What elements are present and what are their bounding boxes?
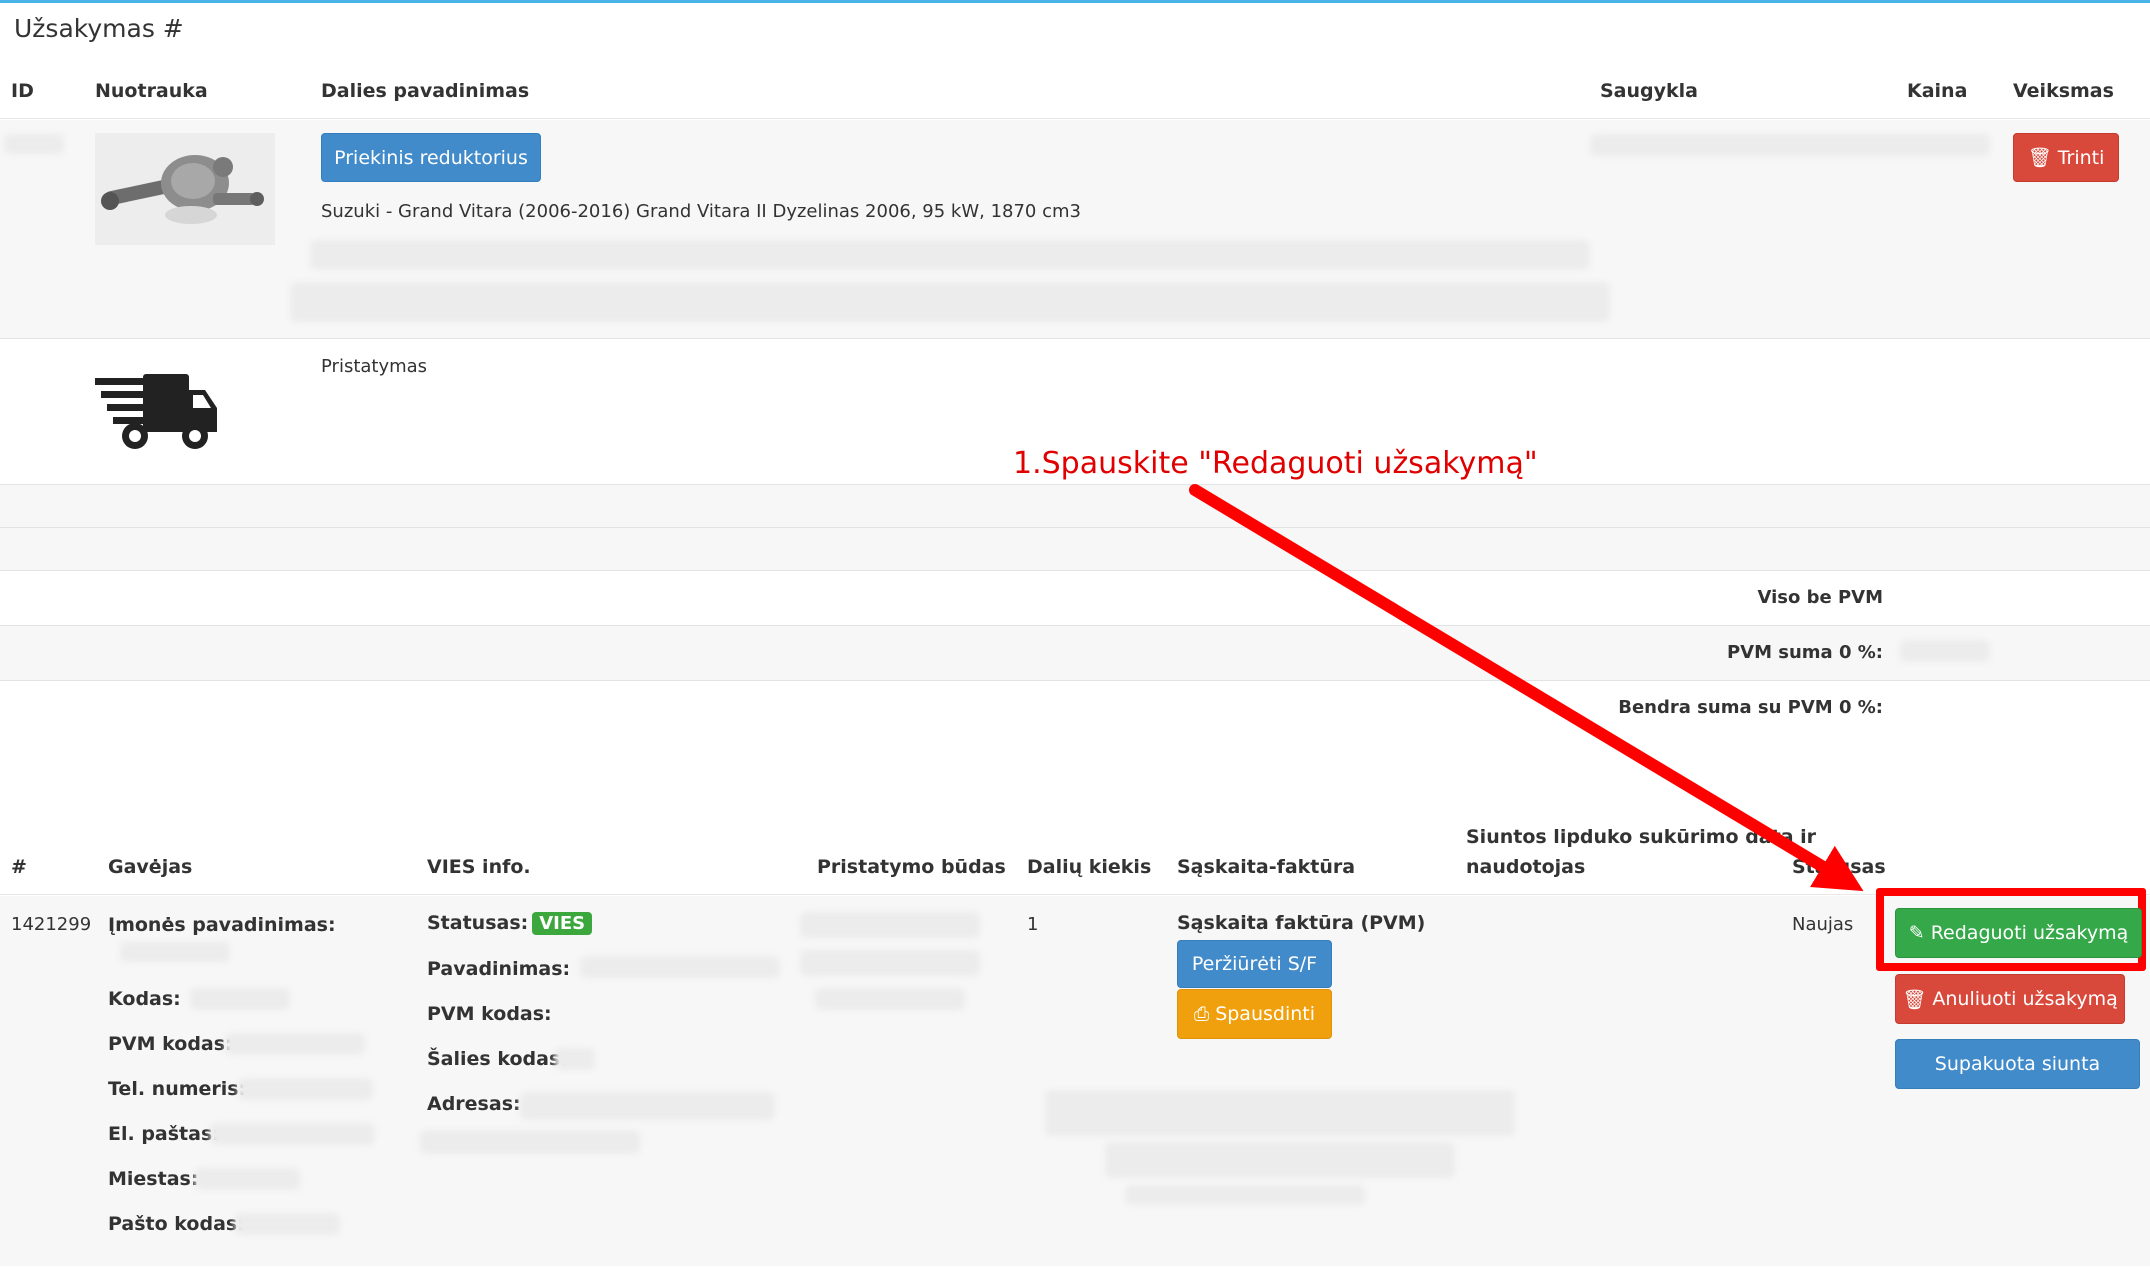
col-header-part-name: Dalies pavadinimas [321, 80, 530, 102]
orders-header-label-line1: Siuntos lipduko sukūrimo data ir [1466, 826, 1817, 848]
vies-address-label: Adresas: [427, 1093, 521, 1115]
recipient-vat-label: PVM kodas: [108, 1033, 233, 1055]
blurred-vat-value [1900, 640, 1990, 662]
parts-quantity: 1 [1027, 914, 1039, 935]
blurred-phone [238, 1078, 373, 1100]
recipient-city-label: Miestas: [108, 1168, 199, 1190]
edit-order-label: Redaguoti užsakymą [1930, 922, 2129, 944]
page-title: Užsakymas # [14, 14, 184, 43]
order-status-value: Naujas [1792, 914, 1854, 935]
vies-status-label: Statusas: [427, 912, 529, 934]
blurred-postcode [235, 1213, 340, 1235]
col-header-id: ID [11, 80, 34, 102]
orders-header-separator [0, 894, 2150, 895]
printer-icon: ⎙ [1193, 1003, 1210, 1025]
delete-item-button[interactable]: 🗑 Trinti [2013, 133, 2119, 182]
orders-header-recipient: Gavėjas [108, 856, 193, 878]
blurred-delivery-method-3 [815, 988, 965, 1010]
row-separator [0, 570, 2150, 571]
print-invoice-button[interactable]: ⎙ Spausdinti [1177, 989, 1332, 1039]
blurred-vat-code [225, 1033, 365, 1055]
blurred-label-info-2 [1105, 1142, 1455, 1178]
cancel-order-label: Anuliuoti užsakymą [1932, 988, 2118, 1010]
blurred-company [120, 942, 230, 962]
col-header-storage: Saugykla [1600, 80, 1698, 102]
recipient-company-label: Įmonės pavadinimas: [108, 914, 336, 936]
annotation-text: 1.Spauskite "Redaguoti užsakymą" [1013, 446, 1538, 481]
blurred-country [555, 1048, 595, 1070]
packed-shipment-button[interactable]: Supakuota siunta [1895, 1039, 2140, 1089]
vies-status: Statusas: VIES [427, 912, 593, 935]
orders-header-vies: VIES info. [427, 856, 531, 878]
orders-header-invoice: Sąskaita-faktūra [1177, 856, 1356, 878]
blurred-details-2 [290, 282, 1610, 322]
blurred-address-2 [420, 1130, 640, 1154]
recipient-postcode-label: Pašto kodas: [108, 1213, 245, 1235]
view-invoice-button[interactable]: Peržiūrėti S/F [1177, 940, 1332, 988]
col-header-price: Kaina [1907, 80, 1968, 102]
blurred-vies-name [580, 956, 780, 978]
orders-header-status: Statusas [1792, 856, 1886, 878]
blurred-details [310, 240, 1590, 270]
recipient-code-label: Kodas: [108, 988, 181, 1010]
order-number: 1421299 [11, 914, 92, 935]
orders-header-qty: Dalių kiekis [1027, 856, 1152, 878]
blurred-id [4, 134, 64, 154]
blurred-label-info-3 [1125, 1185, 1365, 1205]
vat-sum-label: PVM suma 0 %: [1726, 642, 1883, 663]
trash-icon: 🗑 [2027, 147, 2052, 169]
orders-header-label-line2: naudotojas [1466, 856, 1586, 878]
empty-row [0, 485, 2150, 527]
blurred-city [195, 1168, 300, 1190]
recipient-phone-label: Tel. numeris: [108, 1078, 247, 1100]
total-with-vat-label: Bendra suma su PVM 0 %: [1618, 697, 1883, 718]
orders-header-num: # [11, 856, 27, 878]
col-header-photo: Nuotrauka [95, 80, 208, 102]
blurred-address [520, 1092, 775, 1120]
top-accent-line [0, 0, 2150, 3]
vies-name-label: Pavadinimas: [427, 958, 571, 980]
invoice-title: Sąskaita faktūra (PVM) [1177, 912, 1426, 934]
blurred-delivery-method [800, 912, 980, 938]
part-name-button[interactable]: Priekinis reduktorius [321, 133, 541, 182]
vies-vat-label: PVM kodas: [427, 1003, 552, 1025]
blurred-label-info [1045, 1090, 1515, 1136]
row-separator [0, 680, 2150, 681]
trash-icon: 🗑 [1902, 988, 1927, 1011]
total-without-vat-label: Viso be PVM [1757, 587, 1883, 608]
transfer-case-photo-icon [95, 133, 275, 245]
recipient-email-label: El. paštas: [108, 1123, 220, 1145]
row-separator [0, 338, 2150, 339]
edit-icon: ✎ [1908, 922, 1925, 944]
cancel-order-button[interactable]: 🗑 Anuliuoti užsakymą [1895, 974, 2125, 1024]
blurred-delivery-method-2 [800, 950, 980, 976]
blurred-code [190, 988, 290, 1010]
edit-order-button[interactable]: ✎ Redaguoti užsakymą [1895, 908, 2142, 958]
delete-item-label: Trinti [2057, 146, 2105, 169]
vies-badge: VIES [532, 912, 593, 935]
blurred-storage-price [1590, 134, 1990, 156]
delivery-truck-icon [95, 372, 220, 456]
orders-header-delivery: Pristatymo būdas [817, 856, 1006, 878]
blurred-email [210, 1123, 375, 1145]
part-photo[interactable] [95, 133, 275, 245]
vies-country-label: Šalies kodas: [427, 1048, 568, 1070]
part-description: Suzuki - Grand Vitara (2006-2016) Grand … [321, 201, 1081, 222]
delivery-label: Pristatymas [321, 356, 428, 377]
empty-row [0, 528, 2150, 570]
header-separator [0, 118, 2150, 119]
print-invoice-label: Spausdinti [1215, 1003, 1316, 1025]
col-header-action: Veiksmas [2013, 80, 2114, 102]
